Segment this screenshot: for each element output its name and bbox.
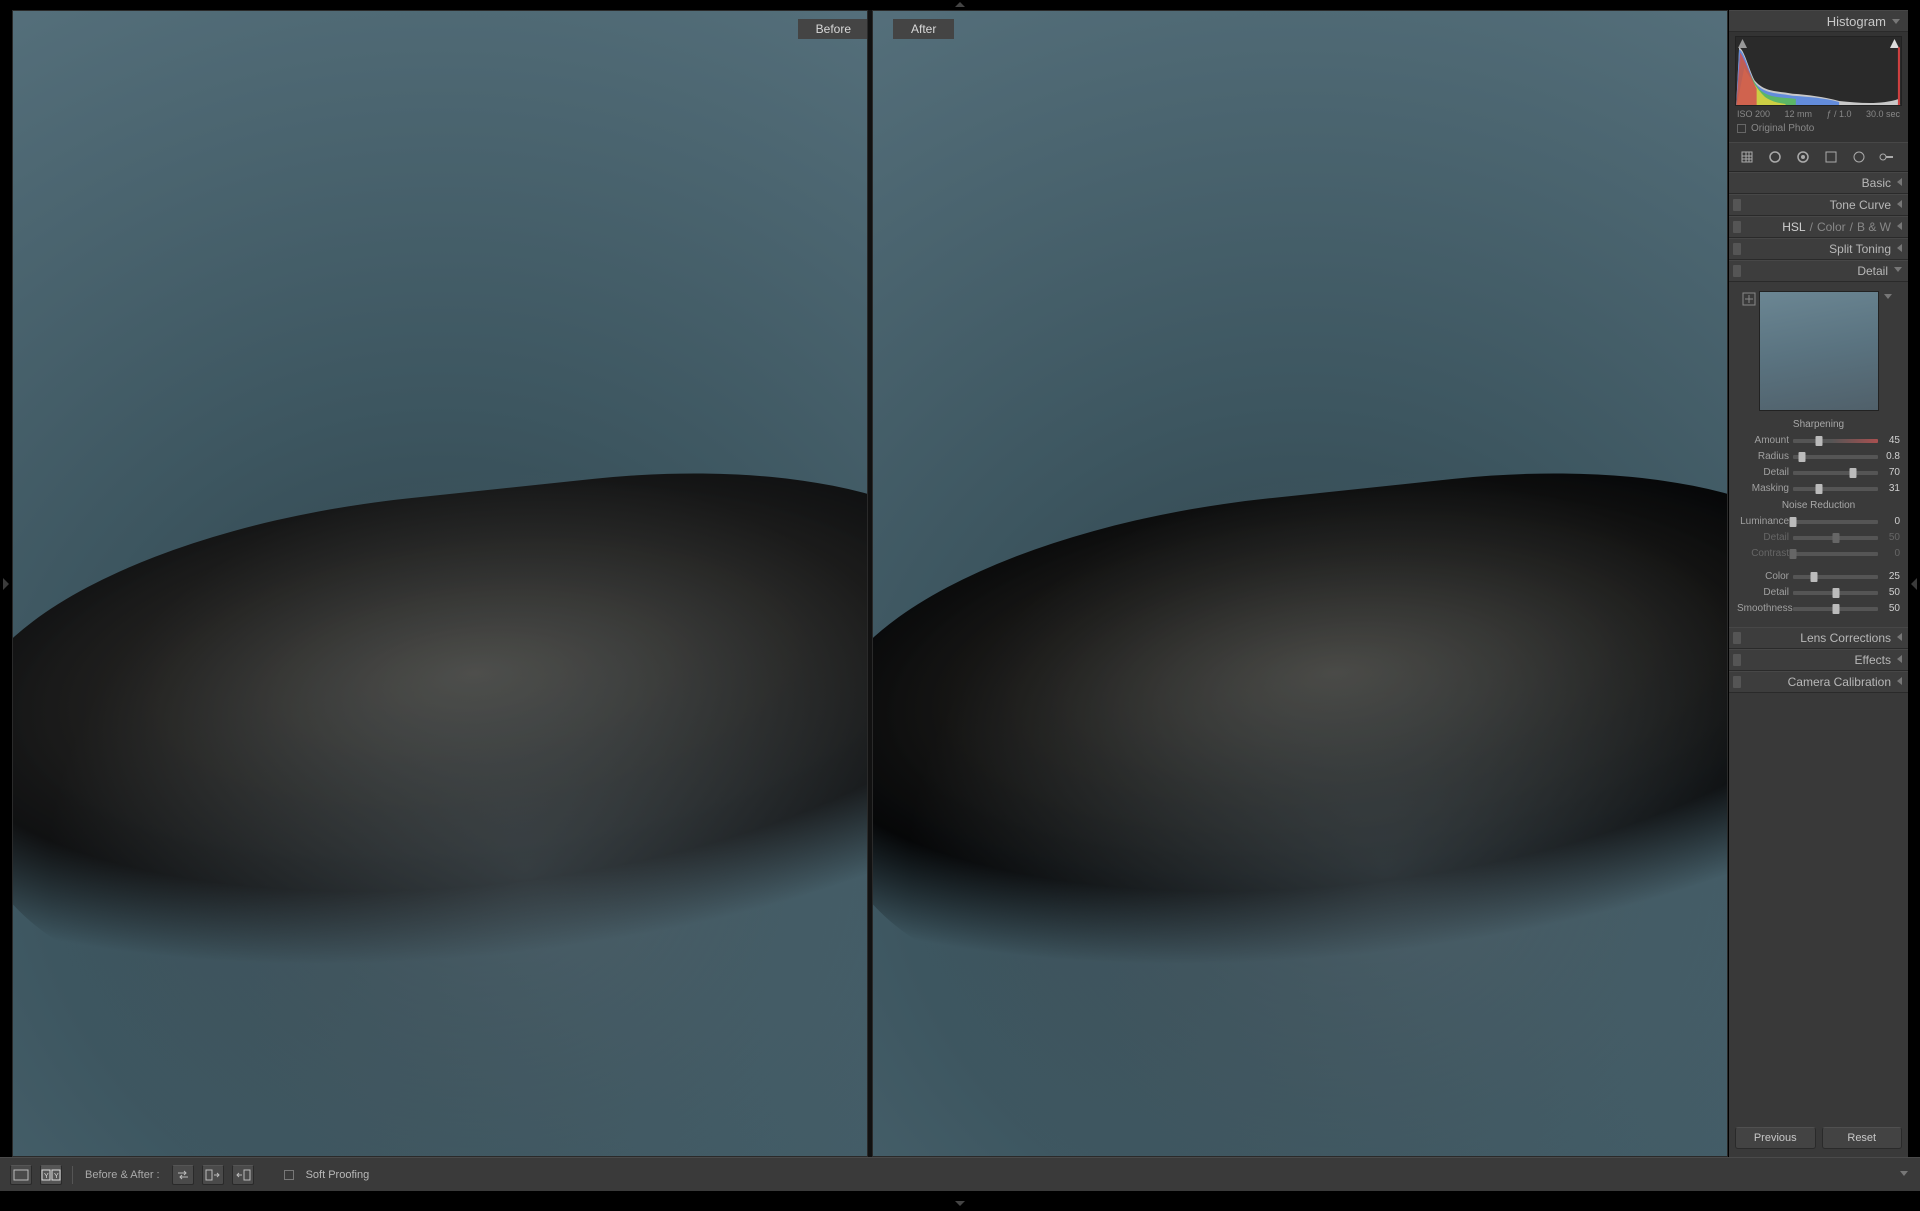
noise-reduction-title: Noise Reduction: [1737, 500, 1900, 511]
panel-switch-icon[interactable]: [1733, 265, 1741, 277]
zoom-target-icon[interactable]: [1742, 292, 1756, 306]
shutter-value: 30.0 sec: [1866, 109, 1900, 119]
histogram[interactable]: [1735, 36, 1902, 106]
color-nr-slider[interactable]: Color25: [1737, 569, 1900, 584]
aperture-value: ƒ / 1.0: [1826, 109, 1851, 119]
basic-panel-header[interactable]: Basic: [1729, 172, 1908, 194]
chevron-down-icon[interactable]: [1884, 292, 1894, 302]
top-edge[interactable]: [0, 0, 1920, 10]
after-pane[interactable]: After: [872, 10, 1728, 1157]
grad-filter-tool[interactable]: [1821, 147, 1841, 167]
lens-corrections-panel-header[interactable]: Lens Corrections: [1729, 627, 1908, 649]
spot-tool[interactable]: [1765, 147, 1785, 167]
before-pane[interactable]: Before: [12, 10, 868, 1157]
after-label: After: [893, 19, 954, 39]
exposure-meta: ISO 200 12 mm ƒ / 1.0 30.0 sec: [1735, 106, 1902, 119]
before-after-label: Before & After :: [85, 1169, 160, 1181]
bottom-buttons: Previous Reset: [1729, 1121, 1908, 1157]
radius-slider[interactable]: Radius0.8: [1737, 449, 1900, 464]
chevron-down-icon: [1894, 265, 1902, 277]
crop-tool[interactable]: [1737, 147, 1757, 167]
before-label: Before: [798, 19, 868, 39]
svg-text:Y: Y: [44, 1173, 49, 1180]
luminance-slider[interactable]: Luminance0: [1737, 514, 1900, 529]
main-row: Before After Histogram: [0, 10, 1920, 1157]
loupe-view-button[interactable]: [10, 1165, 32, 1185]
compare-viewer: Before After: [12, 10, 1728, 1157]
lum-contrast-slider: Contrast0: [1737, 546, 1900, 561]
original-photo-checkbox[interactable]: Original Photo: [1735, 119, 1902, 140]
histogram-box: ISO 200 12 mm ƒ / 1.0 30.0 sec Original …: [1729, 32, 1908, 142]
top-grip-icon: [945, 2, 975, 7]
detail-panel-body: Sharpening Amount45 Radius0.8 Detail70 M…: [1729, 282, 1908, 627]
effects-panel-header[interactable]: Effects: [1729, 649, 1908, 671]
svg-text:Y: Y: [54, 1173, 59, 1180]
radial-filter-tool[interactable]: [1849, 147, 1869, 167]
panel-switch-icon[interactable]: [1733, 676, 1741, 688]
panel-switch-icon[interactable]: [1733, 654, 1741, 666]
redeye-tool[interactable]: [1793, 147, 1813, 167]
split-toning-panel-header[interactable]: Split Toning: [1729, 238, 1908, 260]
copy-before-button[interactable]: [202, 1165, 224, 1185]
detail-slider[interactable]: Detail70: [1737, 465, 1900, 480]
bottom-toolbar: YY Before & After : Soft Proofing: [0, 1157, 1920, 1191]
hsl-panel-header[interactable]: HSL/Color/B & W: [1729, 216, 1908, 238]
histogram-curve: [1736, 37, 1901, 106]
panel-switch-icon[interactable]: [1733, 632, 1741, 644]
focal-value: 12 mm: [1784, 109, 1812, 119]
histogram-title: Histogram: [1827, 14, 1886, 29]
masking-slider[interactable]: Masking31: [1737, 481, 1900, 496]
previous-button[interactable]: Previous: [1735, 1127, 1816, 1149]
tool-strip: [1729, 142, 1908, 172]
detail-preview[interactable]: [1759, 291, 1879, 411]
soft-proofing-label: Soft Proofing: [306, 1169, 370, 1181]
chevron-down-icon: [1892, 17, 1900, 26]
brush-tool[interactable]: [1877, 147, 1897, 167]
checkbox-icon: [1737, 124, 1746, 133]
panel-switch-icon[interactable]: [1733, 221, 1741, 233]
color-detail-slider[interactable]: Detail50: [1737, 585, 1900, 600]
copy-after-button[interactable]: [232, 1165, 254, 1185]
amount-slider[interactable]: Amount45: [1737, 433, 1900, 448]
divider: [72, 1166, 73, 1184]
app-root: Before After Histogram: [0, 0, 1920, 1201]
camera-calibration-panel-header[interactable]: Camera Calibration: [1729, 671, 1908, 693]
reset-button[interactable]: Reset: [1822, 1127, 1903, 1149]
right-panel: Histogram ISO 200: [1728, 10, 1908, 1157]
compare-view-button[interactable]: YY: [40, 1165, 62, 1185]
histogram-header[interactable]: Histogram: [1729, 10, 1908, 32]
bottom-edge[interactable]: [0, 1191, 1920, 1201]
bottom-grip-icon: [945, 1193, 975, 1211]
toolbar-menu-icon[interactable]: [1900, 1169, 1910, 1181]
soft-proofing-checkbox[interactable]: [284, 1170, 294, 1180]
swap-button[interactable]: [172, 1165, 194, 1185]
lum-detail-slider: Detail50: [1737, 530, 1900, 545]
chevron-left-icon: [1897, 178, 1902, 189]
left-panel-toggle[interactable]: [0, 10, 12, 1157]
smoothness-slider[interactable]: Smoothness50: [1737, 601, 1900, 616]
sharpening-title: Sharpening: [1737, 419, 1900, 430]
panel-switch-icon[interactable]: [1733, 199, 1741, 211]
detail-panel-header[interactable]: Detail: [1729, 260, 1908, 282]
panel-spacer: [1729, 693, 1908, 1121]
tone-curve-panel-header[interactable]: Tone Curve: [1729, 194, 1908, 216]
iso-value: ISO 200: [1737, 109, 1770, 119]
panel-switch-icon[interactable]: [1733, 243, 1741, 255]
right-panel-toggle[interactable]: [1908, 10, 1920, 1157]
